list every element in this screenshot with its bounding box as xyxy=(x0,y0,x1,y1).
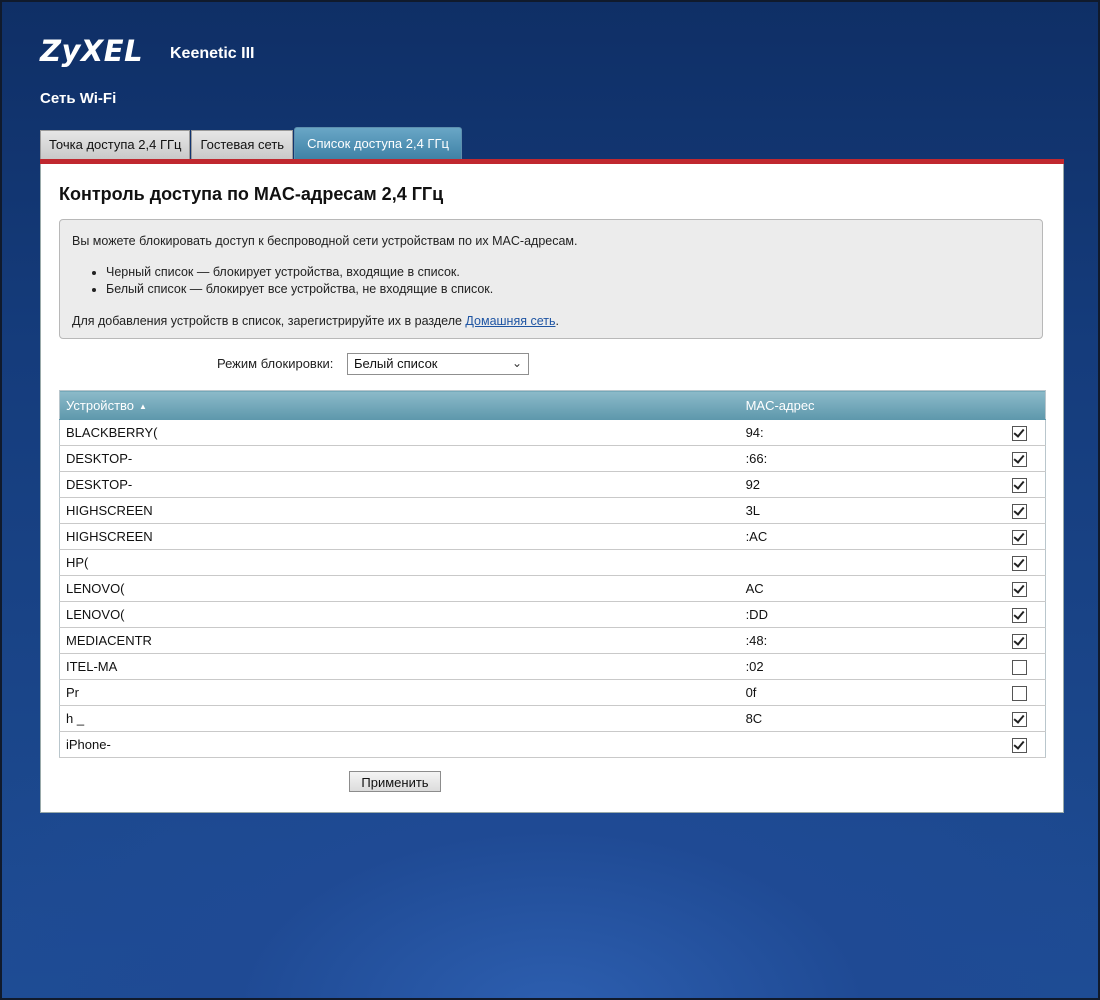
model-name: Keenetic III xyxy=(170,45,255,62)
device-name-cell: iPhone- xyxy=(59,731,740,758)
mac-address-cell: 92 xyxy=(739,471,994,498)
tab-guest-network[interactable]: Гостевая сеть xyxy=(191,130,294,159)
block-mode-select[interactable]: Белый список ⌄ xyxy=(347,353,529,375)
device-allowed-checkbox[interactable] xyxy=(1011,711,1027,727)
section-title: Сеть Wi-Fi xyxy=(40,90,117,107)
checkbox-cell xyxy=(993,653,1046,680)
checkbox-cell xyxy=(993,601,1046,628)
apply-button[interactable]: Применить xyxy=(349,771,441,792)
device-name-cell: ITEL-MA xyxy=(59,653,740,680)
device-name-cell: LENOVO( xyxy=(59,575,740,602)
block-mode-label: Режим блокировки: xyxy=(217,356,334,371)
content-panel: Контроль доступа по MAC-адресам 2,4 ГГц … xyxy=(40,164,1064,813)
device-allowed-checkbox[interactable] xyxy=(1011,659,1027,675)
device-name-cell: HP( xyxy=(59,549,740,576)
device-allowed-checkbox[interactable] xyxy=(1011,607,1027,623)
zyxel-logo: ZyXEL xyxy=(40,34,144,68)
table-row: Pr 0f xyxy=(59,679,1046,706)
mac-address-cell: :AC xyxy=(739,523,994,550)
table-row: MEDIACENTR:48: xyxy=(59,627,1046,654)
device-name-cell: DESKTOP- xyxy=(59,445,740,472)
table-row: DESKTOP-:66: xyxy=(59,445,1046,472)
device-name-cell: BLACKBERRY( xyxy=(59,419,740,446)
mac-address-cell: :DD xyxy=(739,601,994,628)
checkbox-cell xyxy=(993,731,1046,758)
table-row: iPhone- xyxy=(59,731,1046,758)
device-name-cell: LENOVO( xyxy=(59,601,740,628)
mac-address-cell: 3L xyxy=(739,497,994,524)
checkbox-cell xyxy=(993,523,1046,550)
block-mode-value: Белый список xyxy=(354,356,438,371)
device-name-cell: HIGHSCREEN xyxy=(59,497,740,524)
chevron-down-icon: ⌄ xyxy=(511,356,522,370)
device-allowed-checkbox[interactable] xyxy=(1011,633,1027,649)
mac-address-cell: :66: xyxy=(739,445,994,472)
table-row: HP( xyxy=(59,549,1046,576)
device-allowed-checkbox[interactable] xyxy=(1011,737,1027,753)
table-row: LENOVO(AC xyxy=(59,575,1046,602)
table-row: LENOVO(:DD xyxy=(59,601,1046,628)
device-column-header[interactable]: Устройство ▲ xyxy=(59,390,740,420)
tab-access-list[interactable]: Список доступа 2,4 ГГц xyxy=(294,127,462,159)
table-row: DESKTOP- 92 xyxy=(59,471,1046,498)
mac-address-cell: 0f xyxy=(739,679,994,706)
info-list: Черный список — блокирует устройства, вх… xyxy=(72,264,1030,298)
device-allowed-checkbox[interactable] xyxy=(1011,451,1027,467)
device-allowed-checkbox[interactable] xyxy=(1011,685,1027,701)
device-name-cell: h _ xyxy=(59,705,740,732)
page-title: Контроль доступа по MAC-адресам 2,4 ГГц xyxy=(59,184,444,204)
mac-column-header[interactable]: MAC-адрес xyxy=(739,390,994,420)
mac-address-cell: AC xyxy=(739,575,994,602)
mac-address-cell: 8C xyxy=(739,705,994,732)
tab-bar: Точка доступа 2,4 ГГц Гостевая сеть Спис… xyxy=(40,127,463,159)
device-allowed-checkbox[interactable] xyxy=(1011,425,1027,441)
device-column-label: Устройство xyxy=(66,397,135,413)
mac-address-cell xyxy=(739,731,994,758)
device-allowed-checkbox[interactable] xyxy=(1011,477,1027,493)
checkbox-cell xyxy=(993,627,1046,654)
table-row: h _ 8C xyxy=(59,705,1046,732)
checkbox-cell xyxy=(993,445,1046,472)
info-footer-end: . xyxy=(555,314,559,328)
checkbox-cell xyxy=(993,419,1046,446)
info-bullet-blacklist: Черный список — блокирует устройства, вх… xyxy=(106,264,1030,281)
table-row: HIGHSCREEN:AC xyxy=(59,523,1046,550)
info-footer: Для добавления устройств в список, зарег… xyxy=(72,314,1030,328)
info-box: Вы можете блокировать доступ к беспровод… xyxy=(59,219,1043,339)
info-footer-text: Для добавления устройств в список, зарег… xyxy=(72,314,466,328)
device-name-cell: MEDIACENTR xyxy=(59,627,740,654)
mac-address-cell xyxy=(739,549,994,576)
info-bullet-whitelist: Белый список — блокирует все устройства,… xyxy=(106,281,1030,298)
checkbox-cell xyxy=(993,471,1046,498)
table-row: BLACKBERRY(94: xyxy=(59,419,1046,446)
mac-address-cell: :02 xyxy=(739,653,994,680)
device-name-cell: DESKTOP- xyxy=(59,471,740,498)
info-intro: Вы можете блокировать доступ к беспровод… xyxy=(72,234,578,248)
checkbox-cell xyxy=(993,705,1046,732)
device-table: Устройство ▲ MAC-адрес BLACKBERRY(94: DESK… xyxy=(59,390,1046,758)
checkbox-cell xyxy=(993,575,1046,602)
table-row: ITEL-MA:02 xyxy=(59,653,1046,680)
checkbox-cell xyxy=(993,497,1046,524)
checkbox-cell xyxy=(993,549,1046,576)
home-network-link[interactable]: Домашняя сеть xyxy=(465,314,555,328)
mac-address-cell: :48: xyxy=(739,627,994,654)
page-background: ZyXEL Keenetic III Сеть Wi-Fi Точка дост… xyxy=(0,0,1100,1000)
tab-access-point[interactable]: Точка доступа 2,4 ГГц xyxy=(40,130,191,159)
sort-ascending-icon: ▲ xyxy=(139,401,147,411)
device-allowed-checkbox[interactable] xyxy=(1011,529,1027,545)
checkbox-cell xyxy=(993,679,1046,706)
device-name-cell: Pr xyxy=(59,679,740,706)
table-row: HIGHSCREEN 3L xyxy=(59,497,1046,524)
device-allowed-checkbox[interactable] xyxy=(1011,581,1027,597)
table-header-row: Устройство ▲ MAC-адрес xyxy=(59,390,1046,420)
device-allowed-checkbox[interactable] xyxy=(1011,555,1027,571)
device-allowed-checkbox[interactable] xyxy=(1011,503,1027,519)
check-column-header xyxy=(993,390,1046,420)
device-name-cell: HIGHSCREEN xyxy=(59,523,740,550)
mac-address-cell: 94: xyxy=(739,419,994,446)
